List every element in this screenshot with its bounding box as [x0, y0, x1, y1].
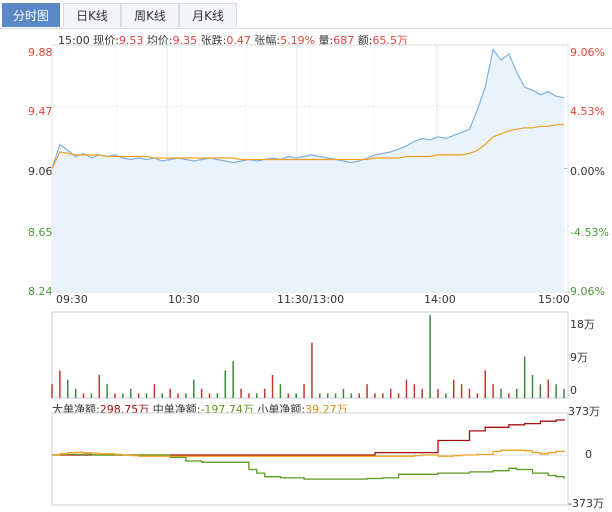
volume-panel	[51, 311, 569, 399]
intraday-chart	[51, 44, 569, 506]
